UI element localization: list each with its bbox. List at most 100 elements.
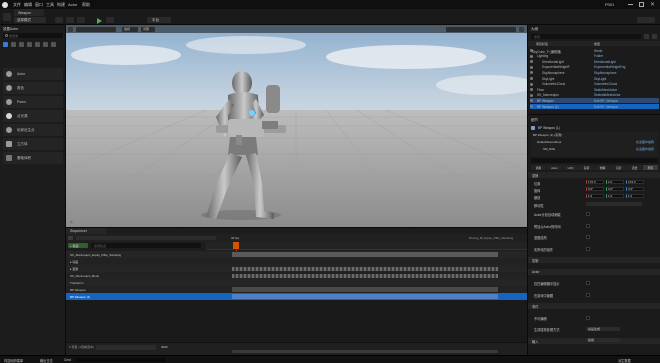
transform-value-x[interactable]: 170.0 xyxy=(586,180,604,184)
details-tab[interactable]: 通用 xyxy=(531,165,546,170)
checkbox[interactable] xyxy=(586,246,590,251)
cinematics-icon[interactable] xyxy=(77,17,85,23)
track-row[interactable]: SK_Mannequin_Body xyxy=(66,272,527,279)
checkbox[interactable] xyxy=(586,292,590,297)
menu-help[interactable]: 帮助 xyxy=(82,2,90,8)
details-section[interactable]: 复制 xyxy=(528,257,660,263)
outliner-row[interactable]: Lighting Folder xyxy=(530,54,659,59)
mode-dropdown[interactable]: 选择模式 xyxy=(14,17,46,23)
visibility-eye-icon[interactable] xyxy=(530,60,533,64)
fps-label[interactable]: 30 fps xyxy=(231,236,239,240)
details-row[interactable]: 蓝图结构 xyxy=(528,234,660,240)
menu-actor[interactable]: Actor xyxy=(68,2,77,7)
edit-in-blueprint-link[interactable]: 在蓝图中编辑 xyxy=(636,140,654,144)
minimize-icon[interactable] xyxy=(628,4,633,5)
visibility-eye-icon[interactable] xyxy=(530,54,533,58)
selected-track-row[interactable]: BP Weapon (1) xyxy=(66,293,527,300)
lights-icon[interactable] xyxy=(19,42,24,47)
details-tab[interactable]: 流送 xyxy=(627,165,642,170)
outliner-row[interactable]: Floor StaticMeshActor xyxy=(530,87,659,92)
keyframe-strip[interactable] xyxy=(232,273,498,278)
details-tab[interactable]: LOD xyxy=(563,165,578,170)
outliner-row[interactable]: SkyAtmosphere SkyAtmosphere xyxy=(530,70,659,75)
cmd-button[interactable]: Cmd xyxy=(64,358,71,362)
time-ruler[interactable] xyxy=(206,242,527,250)
mobility-toggle[interactable] xyxy=(586,202,642,206)
derived-data-status[interactable]: 派生数据 xyxy=(618,358,631,363)
outliner-row[interactable]: SkyLight SkyLight xyxy=(530,76,659,81)
sequencer-tools[interactable] xyxy=(76,236,216,240)
transform-value-z[interactable]: 133.0 xyxy=(626,180,644,184)
place-item-player-start[interactable]: 玩家出生点 xyxy=(3,124,63,136)
blueprint-icon[interactable] xyxy=(66,17,74,23)
track-section[interactable] xyxy=(232,287,498,292)
track-row[interactable]: ▸ 动画 xyxy=(66,258,527,265)
keyframe-strip[interactable] xyxy=(232,266,498,271)
transform-section[interactable]: 变换 xyxy=(528,172,660,178)
outliner-settings-icon[interactable] xyxy=(652,34,657,39)
transform-value-x[interactable]: 0.0° xyxy=(586,187,604,191)
maximize-icon[interactable] xyxy=(639,2,644,7)
details-tab[interactable]: 杂项 xyxy=(579,165,594,170)
details-row[interactable]: 在游戏中隐藏 xyxy=(528,292,660,298)
transform-value-z[interactable]: 0.0° xyxy=(626,187,644,191)
checkbox[interactable] xyxy=(586,235,590,239)
place-item-pawn[interactable]: Pawn xyxy=(3,96,63,108)
transform-value-y[interactable]: 2.0 xyxy=(606,180,624,184)
add-track-button[interactable]: + 轨道 xyxy=(68,243,88,248)
viewport-menu-icon[interactable] xyxy=(68,26,73,32)
menu-window[interactable]: 窗口 xyxy=(35,2,43,8)
shapes-icon[interactable] xyxy=(27,42,32,47)
content-drawer-button[interactable]: 内容侧滑菜单 xyxy=(4,358,23,363)
details-section[interactable]: 输入 禁用 xyxy=(528,337,660,344)
visibility-eye-icon[interactable] xyxy=(530,99,533,103)
place-item-character[interactable]: 角色 xyxy=(3,82,63,94)
outliner-row[interactable]: SK_Mannequin SkeletalMeshActor xyxy=(530,93,659,98)
visibility-eye-icon[interactable] xyxy=(530,88,533,92)
checkbox[interactable] xyxy=(586,315,590,320)
input-dropdown[interactable]: 禁用 xyxy=(586,338,620,342)
maximize-viewport-icon[interactable] xyxy=(519,26,524,32)
snap-controls[interactable] xyxy=(446,26,516,32)
visibility-eye-icon[interactable] xyxy=(530,65,533,69)
place-item-cube[interactable]: 立方体 xyxy=(3,138,63,150)
menu-tools[interactable]: 工具 xyxy=(46,2,54,8)
details-row[interactable]: 仅在编辑器中显示 xyxy=(528,280,660,286)
checkbox[interactable] xyxy=(586,223,590,228)
visibility-eye-icon[interactable] xyxy=(530,105,533,108)
track-search[interactable]: 搜索轨道 xyxy=(91,243,201,248)
checkbox[interactable] xyxy=(586,281,590,285)
visibility-eye-icon[interactable] xyxy=(530,77,533,80)
visibility-eye-icon[interactable] xyxy=(530,93,533,97)
outliner-row[interactable]: DirectionalLight DirectionalLight xyxy=(530,59,659,64)
settings-icon[interactable] xyxy=(637,17,655,23)
details-tab[interactable]: 物理 xyxy=(595,165,610,170)
transform-value-y[interactable]: 1.0 xyxy=(606,194,624,198)
track-row[interactable]: Transform xyxy=(66,279,527,286)
component-mesh[interactable]: SM_Rifle xyxy=(543,147,555,151)
close-icon[interactable]: ✕ xyxy=(650,1,655,8)
track-section[interactable] xyxy=(232,294,498,299)
place-item-point-light[interactable]: 点光源 xyxy=(3,110,63,122)
outliner-row[interactable]: BP Weapon Edit BP_Weapon xyxy=(530,98,659,104)
details-tab[interactable]: 所有 xyxy=(643,165,658,170)
level-viewport[interactable]: ⊥ 透视 光照 xyxy=(66,25,527,227)
track-row[interactable]: BP Weapon xyxy=(66,286,527,293)
track-row[interactable]: ▸ 变换 xyxy=(66,265,527,272)
save-icon[interactable] xyxy=(3,13,11,21)
console-input[interactable] xyxy=(76,357,166,362)
menu-edit[interactable]: 编辑 xyxy=(24,2,32,8)
transform-value-y[interactable]: 0.0° xyxy=(606,187,624,191)
play-icon[interactable] xyxy=(97,18,102,24)
add-content-icon[interactable] xyxy=(55,17,63,23)
timecode[interactable]: 0000 xyxy=(161,345,168,349)
app-logo-icon[interactable] xyxy=(2,1,8,8)
outliner-filter-icon[interactable] xyxy=(644,34,649,39)
details-row[interactable]: Actor计划自动销毁 xyxy=(528,211,660,217)
menu-build[interactable]: 构建 xyxy=(57,2,65,8)
place-item-actor[interactable]: Actor xyxy=(3,68,63,80)
transform-value-x[interactable]: 1.0 xyxy=(586,194,604,198)
sequencer-save-icon[interactable] xyxy=(68,236,73,240)
col-type[interactable]: 类型 xyxy=(594,42,600,46)
playback-controls[interactable] xyxy=(96,345,156,350)
